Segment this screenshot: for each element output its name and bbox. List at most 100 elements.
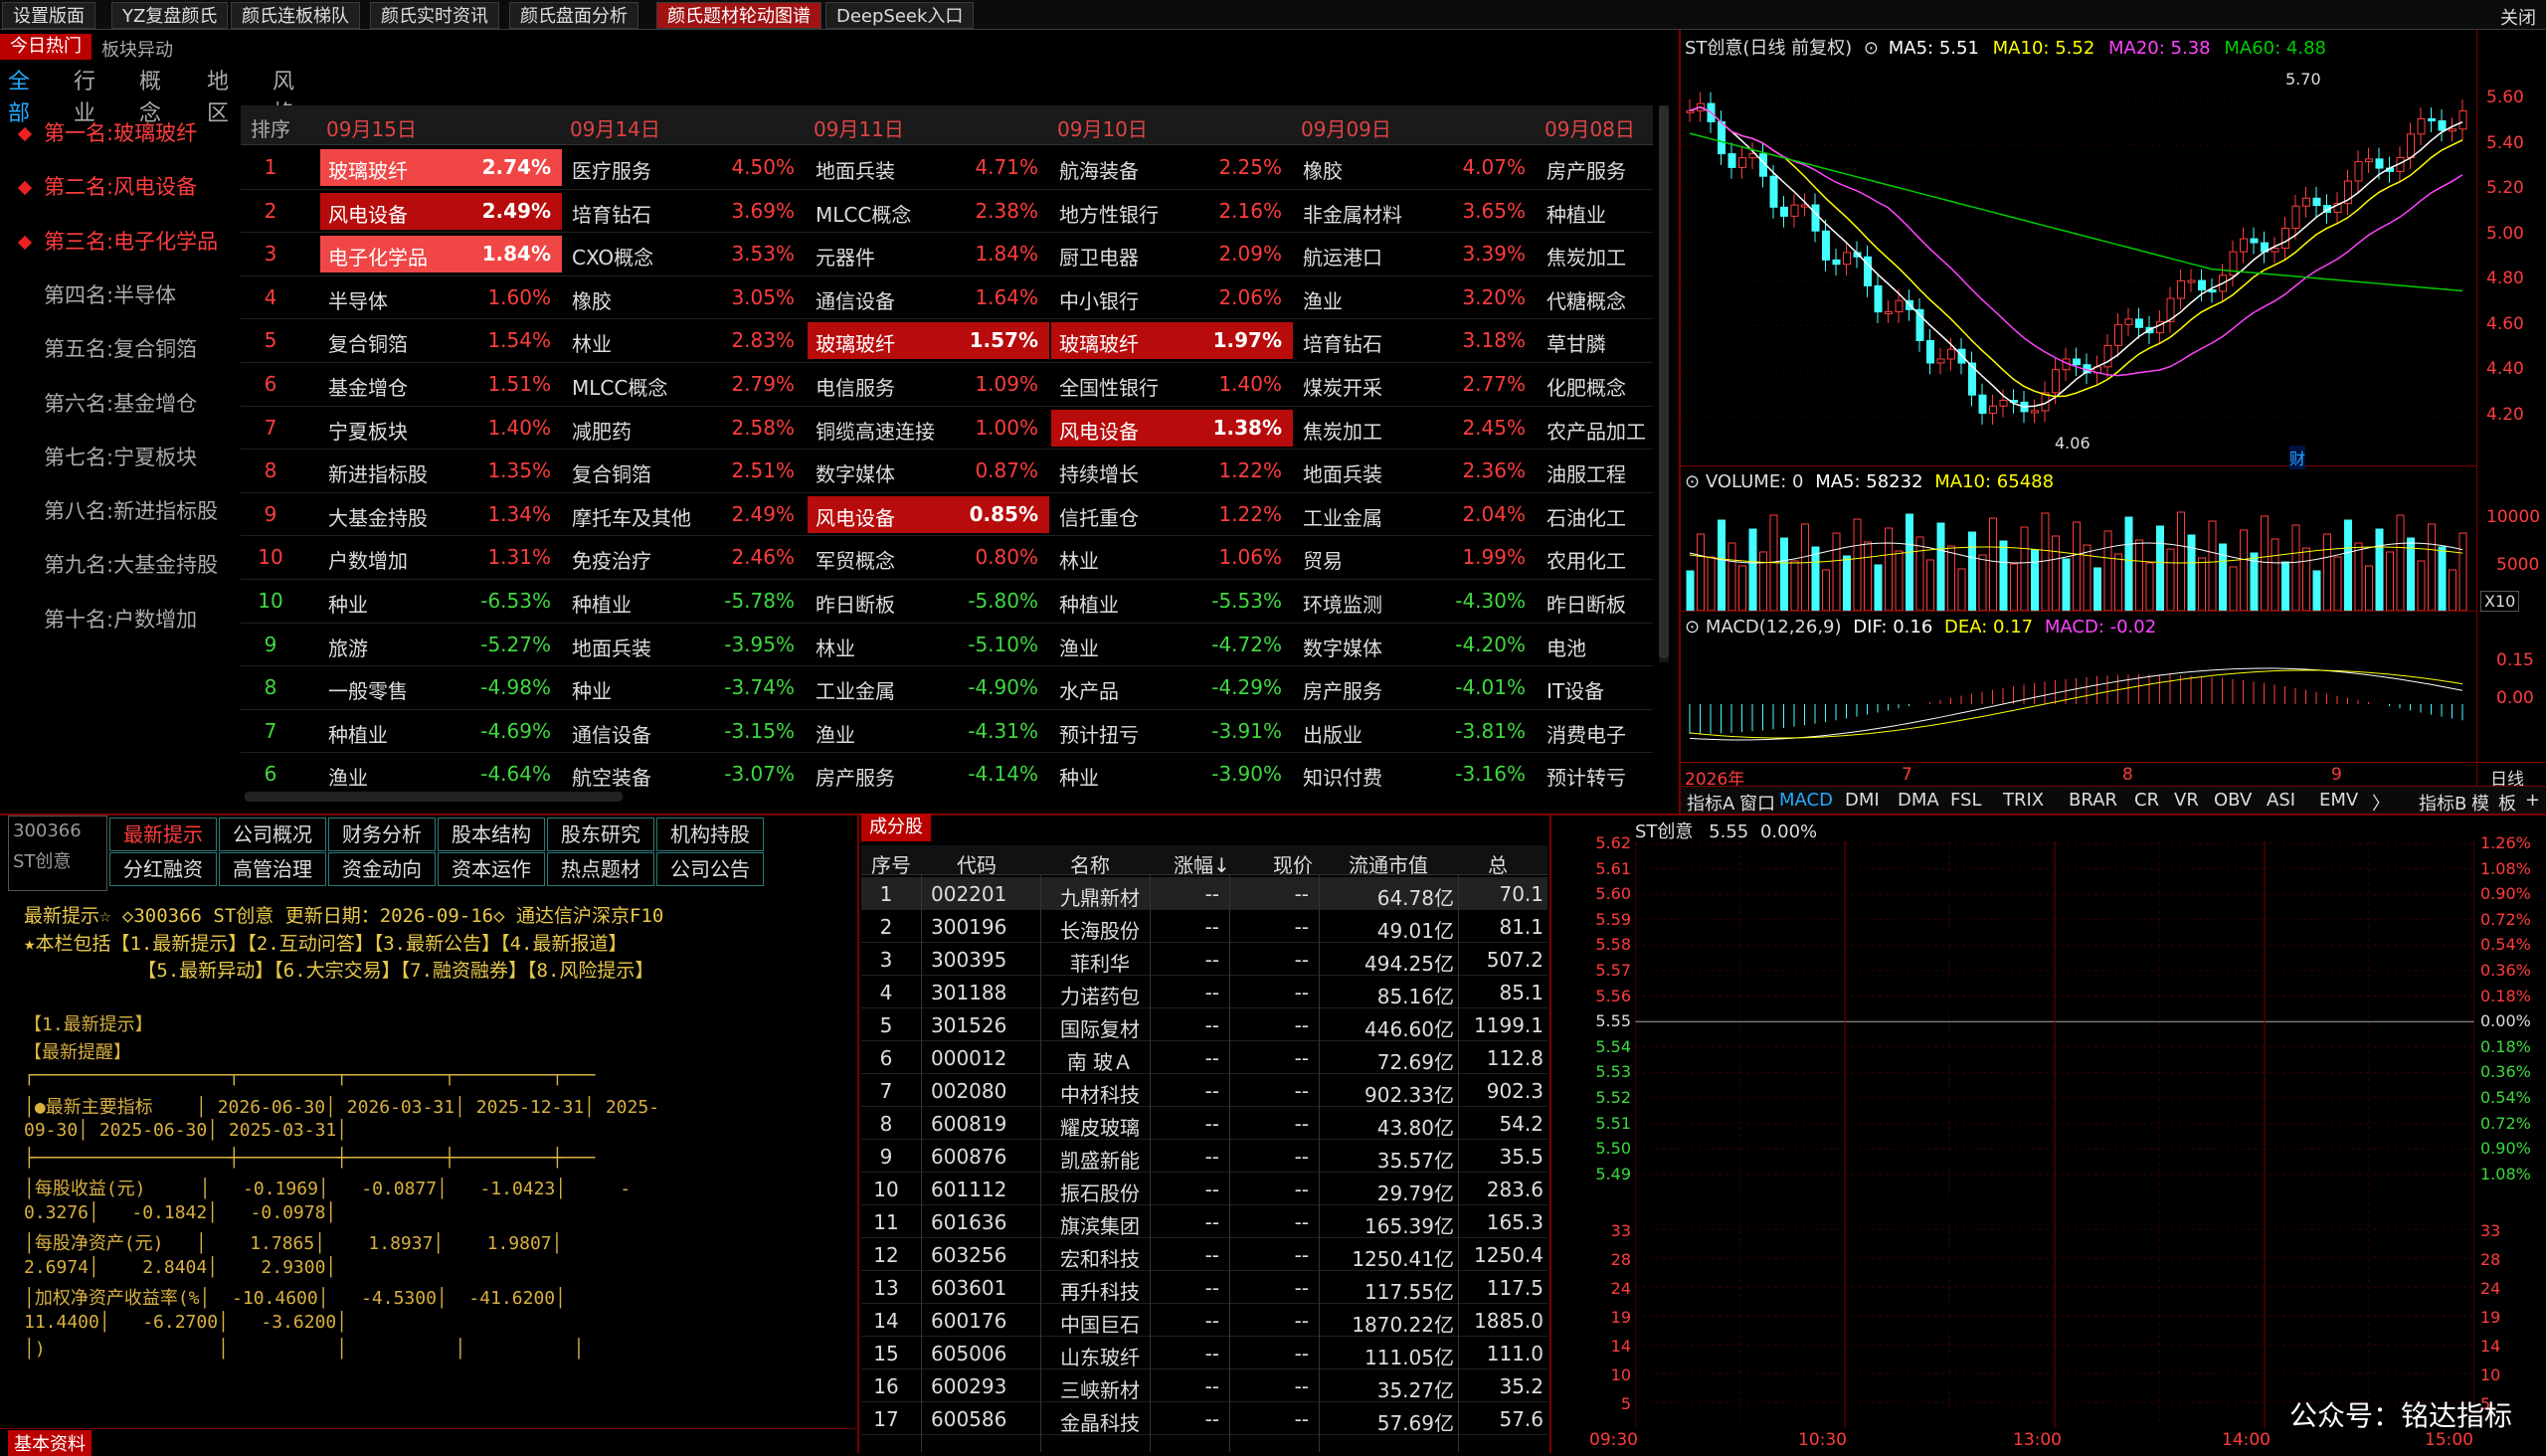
date-col-header[interactable]: 09月09日 [1301,113,1391,142]
table-vertical-scrollbar[interactable] [1659,105,1669,662]
sector-cell[interactable]: 免疫治疗 2.46% [564,539,806,576]
sector-cell[interactable]: 一般零售 -4.98% [320,669,562,706]
sector-cell[interactable]: 环境监测 -4.30% [1295,583,1537,620]
sector-cell[interactable]: 知识付费 -3.16% [1295,756,1537,792]
sector-cell[interactable]: 电池 [1539,627,1653,663]
indicator-tab[interactable]: 指标A [1687,790,1734,816]
f10-button[interactable]: 机构持股 [656,818,764,851]
constituent-row[interactable]: 12 603256 宏和科技 -- -- 1250.41亿 1250.4 [861,1238,1547,1271]
constituent-col-header[interactable]: 总 [1488,849,1508,878]
sector-cell[interactable]: 地方性银行 2.16% [1051,193,1293,230]
indicator-tab[interactable]: MACD [1779,790,1833,811]
sector-cell[interactable]: 宁夏板块 1.40% [320,410,562,447]
indicator-tab[interactable]: ASI [2267,790,2295,811]
top-tab[interactable]: 颜氏盘面分析 [509,2,638,29]
kline-chart[interactable] [1681,56,2476,465]
indicator-tab[interactable]: TRIX [2003,790,2044,811]
indicator-tab[interactable]: 〉 [2372,790,2390,816]
sector-cell[interactable]: 玻璃玻纤 1.57% [808,322,1049,360]
constituent-row[interactable]: 7 002080 中材科技 -- -- 902.33亿 902.3 [861,1074,1547,1107]
sector-cell[interactable]: 基金增仓 1.51% [320,366,562,403]
indicator-tab[interactable]: 板 [2498,790,2516,816]
f10-button[interactable]: 最新提示 [109,818,217,851]
sector-cell[interactable]: 林业 -5.10% [808,627,1049,663]
sector-cell[interactable]: 渔业 -4.72% [1051,627,1293,663]
sector-cell[interactable]: 通信设备 -3.15% [564,713,806,750]
sector-cell[interactable]: 草甘膦 [1539,322,1653,359]
f10-button[interactable]: 财务分析 [328,818,436,851]
constituent-row[interactable]: 14 600176 中国巨石 -- -- 1870.22亿 1885.0 [861,1304,1547,1337]
sector-cell[interactable]: 通信设备 1.64% [808,279,1049,316]
sector-cell[interactable]: 预计扭亏 -3.91% [1051,713,1293,750]
rank-item[interactable]: 第七名:宁夏板块 [20,442,197,471]
sector-cell[interactable]: 渔业 -4.31% [808,713,1049,750]
sector-cell[interactable]: 种业 -3.74% [564,669,806,706]
sector-cell[interactable]: 昨日断板 [1539,583,1653,620]
collapse-icon[interactable]: ⊙ [1685,617,1700,637]
sector-move-tab[interactable]: 板块异动 [101,36,173,62]
top-tab[interactable]: YZ复盘颜氏 [111,2,229,29]
today-hot-tab[interactable]: 今日热门 [0,34,91,60]
close-button[interactable]: 关闭 [2500,4,2536,30]
indicator-tab[interactable]: DMI [1845,790,1880,811]
date-col-header[interactable]: 09月14日 [570,113,660,142]
constituent-row[interactable]: 8 600819 耀皮玻璃 -- -- 43.80亿 54.2 [861,1107,1547,1140]
sector-cell[interactable]: 减肥药 2.58% [564,410,806,447]
sector-cell[interactable]: 元器件 1.84% [808,236,1049,273]
top-tab[interactable]: DeepSeek入口 [825,2,975,29]
category-tab[interactable]: 地区 [207,64,229,127]
sector-cell[interactable]: 地面兵装 -3.95% [564,627,806,663]
volume-chart[interactable] [1681,493,2476,611]
rank-item[interactable]: 第十名:户数增加 [20,604,197,634]
indicator-tab[interactable]: + [2525,790,2540,811]
indicator-tab[interactable]: 窗口 [1739,790,1775,816]
sector-cell[interactable]: 橡胶 4.07% [1295,149,1537,186]
constituent-col-header[interactable]: 涨幅↓ [1174,849,1230,878]
constituent-row[interactable]: 9 600876 凯盛新能 -- -- 35.57亿 35.5 [861,1140,1547,1173]
indicator-tab[interactable]: DMA [1898,790,1939,811]
sector-cell[interactable]: 航空装备 -3.07% [564,756,806,792]
sector-cell[interactable]: 种植业 [1539,193,1653,230]
top-tab[interactable]: 颜氏连板梯队 [231,2,360,29]
constituent-row[interactable]: 11 601636 旗滨集团 -- -- 165.39亿 165.3 [861,1205,1547,1238]
indicator-tab[interactable]: 指标B [2419,790,2466,816]
indicator-tab[interactable]: BRAR [2069,790,2117,811]
sector-cell[interactable]: 风电设备 0.85% [808,495,1049,533]
sector-cell[interactable]: 铜缆高速连接 1.00% [808,410,1049,447]
sector-cell[interactable]: 种植业 -5.78% [564,583,806,620]
f10-button[interactable]: 股东研究 [547,818,654,851]
top-tab[interactable]: 颜氏题材轮动图谱 [656,2,821,29]
sector-cell[interactable]: 渔业 -4.64% [320,756,562,792]
sector-cell[interactable]: MLCC概念 2.79% [564,366,806,403]
sector-cell[interactable]: 消费电子 [1539,713,1653,750]
sector-cell[interactable]: 种植业 -4.69% [320,713,562,750]
top-tab[interactable]: 设置版面 [2,2,95,29]
constituent-row[interactable]: 13 603601 再升科技 -- -- 117.55亿 117.5 [861,1271,1547,1304]
sector-cell[interactable]: 新进指标股 1.35% [320,453,562,489]
sector-cell[interactable]: 摩托车及其他 2.49% [564,496,806,533]
sector-cell[interactable]: 地面兵装 4.71% [808,149,1049,186]
sector-cell[interactable]: 林业 2.83% [564,322,806,359]
sector-cell[interactable]: 持续增长 1.22% [1051,453,1293,489]
sector-cell[interactable]: 昨日断板 -5.80% [808,583,1049,620]
sector-cell[interactable]: 航运港口 3.39% [1295,236,1537,273]
sector-cell[interactable]: 半导体 1.60% [320,279,562,316]
f10-button[interactable]: 高管治理 [219,852,326,886]
sector-cell[interactable]: 培育钻石 3.69% [564,193,806,230]
macd-chart[interactable] [1681,637,2476,762]
date-col-header[interactable]: 09月11日 [814,113,904,142]
finance-marker[interactable]: 财 [2289,446,2306,469]
sector-cell[interactable]: 玻璃玻纤 1.97% [1051,322,1293,360]
constituent-col-header[interactable]: 流通市值 [1349,849,1428,878]
rank-item[interactable]: 第一名:玻璃玻纤 [17,117,197,147]
sector-cell[interactable]: 非金属材料 3.65% [1295,193,1537,230]
sector-cell[interactable]: 房产服务 -4.14% [808,756,1049,792]
sector-cell[interactable]: 渔业 3.20% [1295,279,1537,316]
sector-cell[interactable]: 贸易 1.99% [1295,539,1537,576]
constituent-col-header[interactable]: 序号 [871,849,911,878]
intraday-chart[interactable] [1635,841,2474,1428]
sector-cell[interactable]: 复合铜箔 1.54% [320,322,562,359]
sector-cell[interactable]: CXO概念 3.53% [564,236,806,273]
indicator-tab[interactable]: FSL [1950,790,1982,811]
indicator-tab[interactable]: OBV [2214,790,2252,811]
